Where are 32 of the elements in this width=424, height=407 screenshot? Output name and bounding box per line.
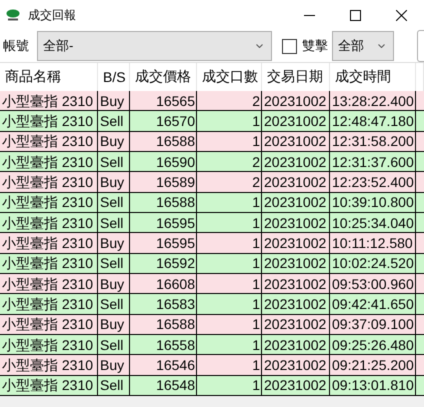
table-row[interactable]: 小型臺指 2310 Sell 16595 1 20231002 10:25:34.040 — [0, 212, 424, 234]
table-row[interactable]: 小型臺指 2310 Buy 16588 1 20231002 12:31:58.200 — [0, 132, 424, 152]
checkbox[interactable] — [282, 38, 297, 54]
table-cell: 1 — [197, 376, 262, 396]
table-row[interactable]: 小型臺指 2310 Sell 16548 1 20231002 09:13:01.810 — [0, 376, 424, 396]
close-icon — [396, 10, 406, 20]
checkbox-label: 雙擊 — [302, 37, 328, 55]
table-row[interactable]: 小型臺指 2310 Sell 16592 1 20231002 10:02:24.520 — [0, 254, 424, 274]
table-row[interactable]: 小型臺指 2310 Buy 16589 2 20231002 12:23:52.400 — [0, 172, 424, 193]
table-row[interactable]: 小型臺指 2310 Sell 16590 2 20231002 12:31:37.600 — [0, 152, 424, 172]
table-cell: 16548 — [130, 376, 197, 396]
table-row[interactable]: 小型臺指 2310 Sell 16558 1 20231002 09:25:26.480 — [0, 334, 424, 356]
table-row[interactable]: 小型臺指 2310 Buy 16595 1 20231002 10:11:12.580 — [0, 233, 424, 254]
table-cell: Sell — [98, 376, 130, 396]
chevron-down-icon — [378, 44, 385, 48]
table-cell: 09:13:01.810 — [330, 376, 416, 396]
window-title: 成交回報 — [28, 6, 76, 24]
table-row[interactable]: 小型臺指 2310 Buy 16565 2 20231002 13:28:22.400 — [0, 91, 424, 112]
account-label: 帳號 — [3, 37, 29, 55]
table-cell: 小型臺指 2310 — [0, 376, 98, 396]
chevron-down-icon — [256, 44, 263, 48]
account-dropdown[interactable]: 全部- — [37, 31, 272, 61]
filter-dropdown[interactable]: 全部 — [332, 31, 394, 61]
table-cell: 20231002 — [262, 376, 330, 396]
table-row[interactable]: 小型臺指 2310 Sell 16583 1 20231002 09:42:41.650 — [0, 294, 424, 315]
table-row[interactable]: 小型臺指 2310 Buy 16608 1 20231002 09:53:00.960 — [0, 274, 424, 294]
table-row[interactable]: 小型臺指 2310 Buy 16546 1 20231002 09:21:25.200 — [0, 355, 424, 376]
table-row[interactable]: 小型臺指 2310 Sell 16570 1 20231002 12:48:47.180 — [0, 111, 424, 132]
table-row[interactable]: 小型臺指 2310 Buy 16588 1 20231002 09:37:09.100 — [0, 314, 424, 335]
tree-icon — [6, 9, 20, 21]
table-row[interactable]: 小型臺指 2310 Sell 16588 1 20231002 10:39:10.800 — [0, 192, 424, 213]
maximize-icon — [350, 10, 360, 20]
